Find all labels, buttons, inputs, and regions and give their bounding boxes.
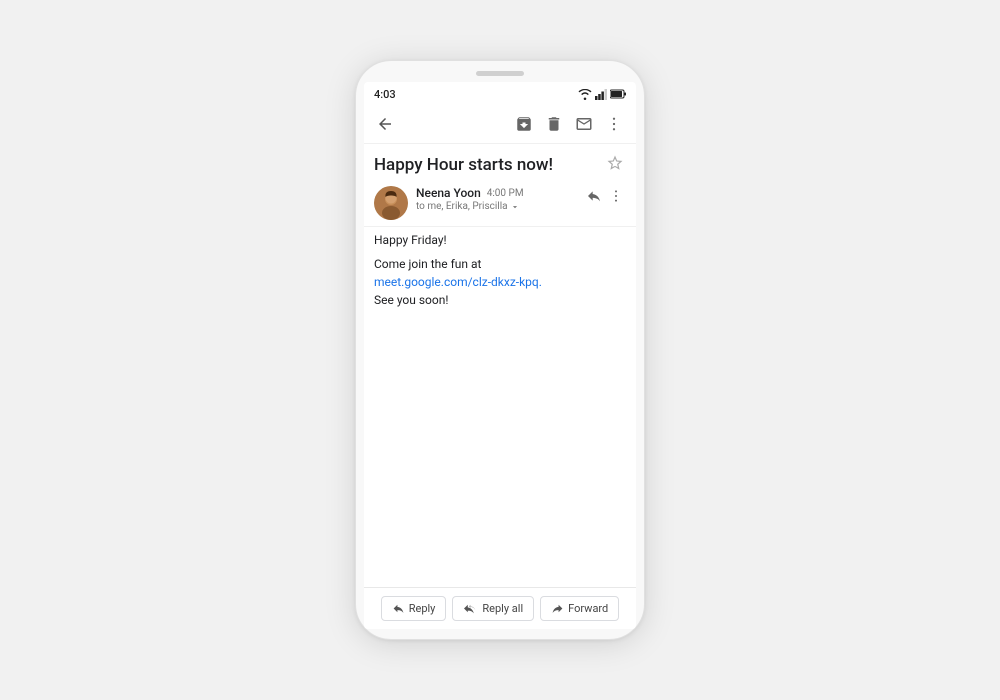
sender-time: 4:00 PM (487, 188, 524, 199)
phone-frame: 4:03 (355, 60, 645, 640)
star-button[interactable] (604, 152, 626, 178)
forward-button[interactable]: Forward (540, 596, 619, 621)
reply-all-button[interactable]: Reply all (452, 596, 534, 621)
email-link[interactable]: meet.google.com/clz-dkxz-kpq. (374, 275, 542, 289)
sender-name-row: Neena Yoon 4:00 PM (416, 186, 576, 200)
status-icons (578, 89, 626, 100)
phone-screen: 4:03 (364, 82, 636, 629)
email-body-line3: See you soon! (374, 293, 448, 307)
sender-row: Neena Yoon 4:00 PM to me, Erika, Priscil… (364, 182, 636, 226)
sender-to-row[interactable]: to me, Erika, Priscilla (416, 201, 576, 212)
mail-button[interactable] (570, 111, 598, 137)
back-button[interactable] (372, 111, 398, 137)
subject-row: Happy Hour starts now! (364, 144, 636, 182)
more-sender-button[interactable] (606, 186, 626, 206)
reply-quick-button[interactable] (584, 186, 604, 206)
archive-button[interactable] (510, 111, 538, 137)
status-time: 4:03 (374, 88, 396, 101)
sender-actions (584, 186, 626, 206)
reply-label: Reply (409, 602, 436, 615)
email-body: Happy Friday! Come join the fun at meet.… (364, 227, 636, 587)
toolbar (364, 104, 636, 144)
more-button[interactable] (600, 111, 628, 137)
forward-label: Forward (568, 602, 608, 615)
phone-notch (476, 71, 524, 76)
bottom-bar: Reply Reply all Forward (364, 587, 636, 629)
email-body-line2: Come join the fun at (374, 257, 481, 271)
email-greeting: Happy Friday! (374, 233, 626, 247)
email-body-text: Come join the fun at meet.google.com/clz… (374, 255, 626, 309)
email-subject: Happy Hour starts now! (374, 155, 604, 175)
sender-name: Neena Yoon (416, 186, 481, 200)
delete-button[interactable] (540, 111, 568, 137)
reply-button[interactable]: Reply (381, 596, 447, 621)
sender-to: to me, Erika, Priscilla (416, 201, 508, 212)
sender-info: Neena Yoon 4:00 PM to me, Erika, Priscil… (416, 186, 576, 212)
chevron-down-icon (510, 202, 520, 212)
status-bar: 4:03 (364, 82, 636, 104)
reply-all-label: Reply all (482, 602, 523, 615)
signal-icon (595, 89, 607, 100)
avatar (374, 186, 408, 220)
toolbar-actions (510, 111, 628, 137)
wifi-icon (578, 89, 592, 100)
battery-icon (610, 89, 626, 99)
